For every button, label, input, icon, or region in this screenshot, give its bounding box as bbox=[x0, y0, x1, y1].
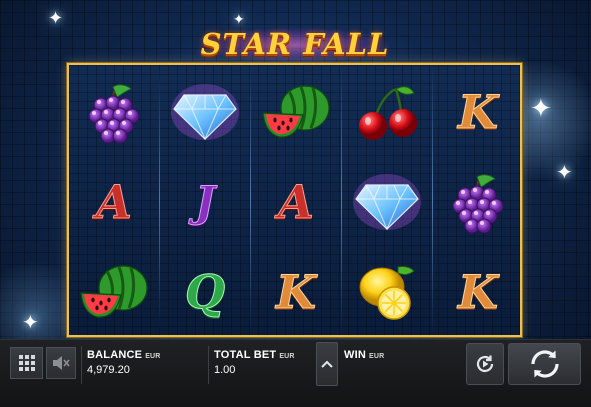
spin-button[interactable] bbox=[508, 343, 581, 385]
spin-icon bbox=[530, 350, 559, 378]
sparkle: ✦ bbox=[530, 94, 552, 124]
autoplay-button[interactable] bbox=[466, 343, 504, 385]
diamond-icon bbox=[353, 174, 421, 231]
reel-symbol bbox=[342, 157, 432, 247]
logo-text: STAR FALL bbox=[200, 27, 390, 61]
total-bet-currency: EUR bbox=[279, 353, 295, 360]
cherries-icon bbox=[359, 86, 417, 140]
symbol-letter-k: K bbox=[458, 265, 499, 319]
diamond-icon bbox=[171, 84, 239, 141]
reel-symbol: K bbox=[251, 247, 341, 337]
reel-symbol bbox=[160, 67, 250, 157]
reel-symbol bbox=[251, 67, 341, 157]
reel-symbol: Q bbox=[160, 247, 250, 337]
sparkle: ✦ bbox=[22, 310, 39, 334]
reel-symbol bbox=[342, 247, 432, 337]
total-bet-value: 1.00 bbox=[214, 364, 236, 376]
sparkle: ✦ bbox=[48, 8, 64, 29]
symbol-letter-a: A bbox=[96, 175, 133, 229]
total-bet-label: TOTAL BET bbox=[214, 349, 277, 361]
game-logo: STAR FALL bbox=[200, 22, 390, 66]
reel-symbol: J bbox=[160, 157, 250, 247]
menu-button[interactable] bbox=[10, 347, 43, 379]
grid-icon bbox=[18, 355, 35, 371]
grapes-icon bbox=[88, 84, 140, 144]
separator bbox=[81, 346, 82, 384]
symbol-letter-k: K bbox=[458, 85, 499, 139]
grapes-icon bbox=[452, 174, 504, 234]
symbol-letter-j: J bbox=[195, 177, 216, 226]
win-label-group: WIN EUR bbox=[344, 349, 384, 361]
reel-symbol: A bbox=[251, 157, 341, 247]
speaker-muted-icon bbox=[53, 356, 70, 370]
reel-symbol bbox=[342, 67, 432, 157]
reel-symbol: A bbox=[69, 157, 159, 247]
bet-selector-button[interactable] bbox=[316, 342, 338, 386]
balance-value: 4,979.20 bbox=[87, 364, 130, 376]
balance-label-group: BALANCE EUR bbox=[87, 349, 161, 361]
lemon-icon bbox=[359, 266, 415, 320]
autoplay-icon bbox=[476, 355, 494, 373]
reel-grid: A JQ AK K K bbox=[67, 63, 522, 337]
symbol-letter-k: K bbox=[276, 265, 317, 319]
reel-symbol bbox=[69, 67, 159, 157]
reel-symbol bbox=[433, 157, 523, 247]
sound-toggle-button[interactable] bbox=[46, 347, 76, 379]
chevron-up-icon bbox=[321, 360, 333, 368]
balance-label: BALANCE bbox=[87, 349, 143, 361]
win-currency: EUR bbox=[368, 353, 385, 360]
total-bet-label-group: TOTAL BET EUR bbox=[214, 349, 295, 361]
symbol-letter-q: Q bbox=[184, 265, 226, 319]
reel-symbol bbox=[69, 247, 159, 337]
control-bar: BALANCE EUR 4,979.20 TOTAL BET EUR 1.00 WI… bbox=[0, 339, 591, 407]
reel-symbol: K bbox=[433, 247, 523, 337]
sparkle: ✦ bbox=[556, 160, 573, 184]
balance-currency: EUR bbox=[145, 353, 161, 360]
watermelon-icon bbox=[262, 85, 330, 138]
separator bbox=[208, 346, 209, 384]
reel-symbol: K bbox=[433, 67, 523, 157]
win-label: WIN bbox=[344, 349, 366, 361]
watermelon-icon bbox=[80, 265, 148, 318]
symbol-letter-a: A bbox=[278, 175, 315, 229]
